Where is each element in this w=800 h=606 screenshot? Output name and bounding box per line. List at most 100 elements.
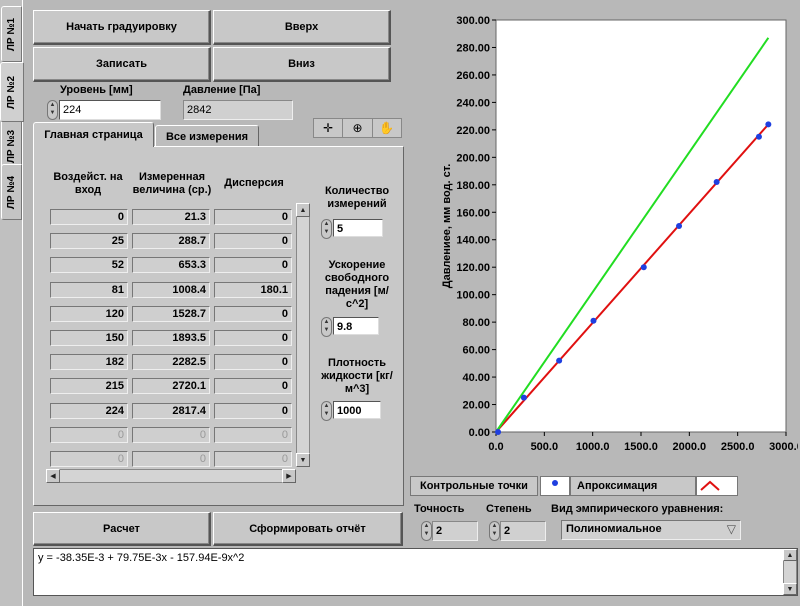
table-hscrollbar[interactable] xyxy=(46,469,296,483)
accuracy-input[interactable]: 2 xyxy=(432,521,478,541)
table-cell[interactable]: 0 xyxy=(132,451,210,467)
table-vscrollbar[interactable] xyxy=(296,203,310,467)
degree-spinner[interactable]: ▲ ▼ xyxy=(489,521,500,541)
equation-type-select[interactable]: Полиномиальное ▽ xyxy=(561,520,741,540)
vtab-lab4[interactable]: ЛР №4 xyxy=(1,164,22,220)
table-cell[interactable]: 52 xyxy=(50,257,128,274)
legend-points-swatch[interactable] xyxy=(540,476,570,496)
table-cell[interactable]: 2817.4 xyxy=(132,402,210,419)
level-input[interactable]: 224 xyxy=(59,100,161,120)
table-cell[interactable]: 180.1 xyxy=(214,281,292,298)
table-cell[interactable]: 0 xyxy=(214,209,292,225)
down-button[interactable]: Вниз xyxy=(213,47,391,82)
scroll-down-icon[interactable]: ▼ xyxy=(296,453,310,467)
table-cell[interactable]: 0 xyxy=(50,451,128,467)
gravity-input[interactable]: 9.8 xyxy=(333,317,379,335)
degree-input[interactable]: 2 xyxy=(500,521,546,541)
table-cell[interactable]: 0 xyxy=(214,330,292,346)
data-point xyxy=(765,121,772,128)
table-cell[interactable]: 0 xyxy=(214,451,292,467)
table-cell[interactable]: 0 xyxy=(214,305,292,322)
y-tick-label: 260.00 xyxy=(456,70,490,82)
table-cell[interactable]: 653.3 xyxy=(132,257,210,274)
equation-output: y = -38.35E-3 + 79.75E-3x - 157.94E-9x^2… xyxy=(33,548,798,596)
data-point xyxy=(590,317,597,324)
table-cell[interactable]: 1528.7 xyxy=(132,305,210,322)
y-tick-label: 180.00 xyxy=(456,180,490,192)
data-point xyxy=(640,264,647,271)
table-cell[interactable]: 288.7 xyxy=(132,233,210,250)
scroll-up-icon[interactable]: ▲ xyxy=(783,549,797,561)
y-tick-label: 20.00 xyxy=(462,400,490,412)
pressure-label: Давление [Па] xyxy=(183,84,261,96)
legend-points-label: Контрольные точки xyxy=(420,480,528,492)
generate-report-button[interactable]: Сформировать отчёт xyxy=(213,512,403,546)
table-cell[interactable]: 0 xyxy=(214,378,292,395)
density-spinner[interactable]: ▲ ▼ xyxy=(321,401,332,421)
pressure-value: 2842 xyxy=(183,100,293,120)
table-cell[interactable]: 0 xyxy=(214,257,292,274)
calibration-graph: 0.00 20.00 40.00 60.00 80.00 100.00 120.00 140.… xyxy=(410,4,800,470)
vtab-lab2[interactable]: ЛР №2 xyxy=(0,62,24,122)
x-tick-label: 2500.0 xyxy=(721,441,755,453)
table-cell[interactable]: 150 xyxy=(50,330,128,346)
table-cell[interactable]: 81 xyxy=(50,281,128,298)
table-cell[interactable]: 215 xyxy=(50,378,128,395)
level-spinner[interactable]: ▲ ▼ xyxy=(47,100,58,120)
table-cell[interactable]: 120 xyxy=(50,305,128,322)
y-tick-label: 40.00 xyxy=(462,372,490,384)
scroll-down-icon[interactable]: ▼ xyxy=(783,583,797,595)
tab-all-measurements[interactable]: Все измерения xyxy=(155,125,259,147)
table-cell[interactable]: 0 xyxy=(132,426,210,443)
hand-icon[interactable]: ✋ xyxy=(373,119,401,137)
y-tick-label: 160.00 xyxy=(456,207,490,219)
count-label: Количество измерений xyxy=(324,185,390,210)
crosshair-icon[interactable]: ✛ xyxy=(314,119,344,137)
legend-approx-swatch[interactable] xyxy=(696,476,738,496)
col-header-variance: Дисперсия xyxy=(224,177,284,189)
table-cell[interactable]: 0 xyxy=(50,426,128,443)
table-cell[interactable]: 2720.1 xyxy=(132,378,210,395)
vtab-lab1[interactable]: ЛР №1 xyxy=(1,6,22,62)
scroll-right-icon[interactable]: ▶ xyxy=(282,469,296,483)
col-header-input: Воздейст. на вход xyxy=(53,171,123,196)
table-cell[interactable]: 1008.4 xyxy=(132,281,210,298)
table-cell[interactable]: 0 xyxy=(214,233,292,250)
level-label: Уровень [мм] xyxy=(60,84,133,96)
table-cell[interactable]: 0 xyxy=(214,426,292,443)
chart-svg: 0.00 20.00 40.00 60.00 80.00 100.00 120.00 140.… xyxy=(441,15,800,453)
count-spinner[interactable]: ▲ ▼ xyxy=(321,219,332,239)
table-cell[interactable]: 224 xyxy=(50,402,128,419)
legend-approx: Апроксимация xyxy=(570,476,696,496)
vtab-label: ЛР №2 xyxy=(6,75,18,109)
x-tick-label: 0.0 xyxy=(488,441,503,453)
write-button[interactable]: Записать xyxy=(33,47,211,82)
table-cell[interactable]: 0 xyxy=(50,209,128,225)
y-tick-label: 100.00 xyxy=(456,290,490,302)
x-tick-label: 500.0 xyxy=(531,441,559,453)
x-tick-label: 1000.0 xyxy=(576,441,610,453)
table-cell[interactable]: 0 xyxy=(214,354,292,371)
table-cell[interactable]: 0 xyxy=(214,402,292,419)
start-calibration-button[interactable]: Начать градуировку xyxy=(33,10,211,45)
zoom-icon[interactable]: ⊕ xyxy=(343,119,373,137)
gravity-spinner[interactable]: ▲ ▼ xyxy=(321,317,332,337)
count-input[interactable]: 5 xyxy=(333,219,383,237)
y-tick-label: 0.00 xyxy=(469,427,490,439)
density-input[interactable]: 1000 xyxy=(333,401,381,419)
y-axis-label: Давлениее, мм вод. ст. xyxy=(441,164,453,289)
y-tick-label: 280.00 xyxy=(456,42,490,54)
table-cell[interactable]: 2282.5 xyxy=(132,354,210,371)
tab-main-page[interactable]: Главная страница xyxy=(33,122,154,147)
table-cell[interactable]: 21.3 xyxy=(132,209,210,225)
legend-points: Контрольные точки xyxy=(410,476,538,496)
line-marker-icon xyxy=(700,480,720,491)
up-button[interactable]: Вверх xyxy=(213,10,391,45)
calculate-button[interactable]: Расчет xyxy=(33,512,211,546)
scroll-left-icon[interactable]: ◀ xyxy=(46,469,60,483)
table-cell[interactable]: 25 xyxy=(50,233,128,250)
accuracy-spinner[interactable]: ▲ ▼ xyxy=(421,521,432,541)
scroll-up-icon[interactable]: ▲ xyxy=(296,203,310,217)
table-cell[interactable]: 1893.5 xyxy=(132,330,210,346)
table-cell[interactable]: 182 xyxy=(50,354,128,371)
